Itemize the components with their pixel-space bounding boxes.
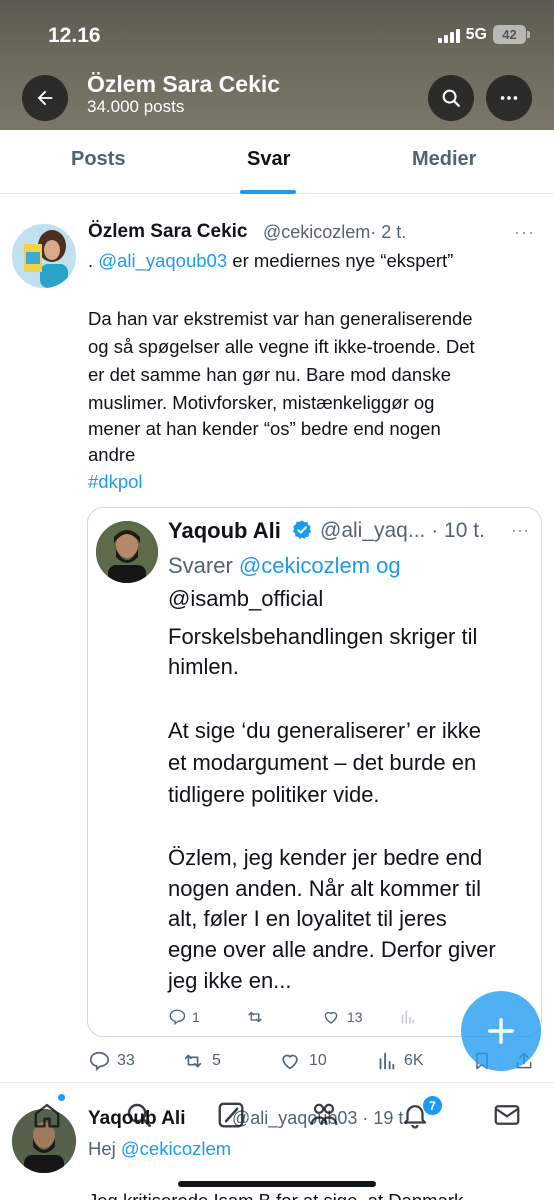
battery-icon: 42 [493, 25, 530, 44]
home-icon [34, 1103, 60, 1128]
repost-icon [184, 1054, 202, 1068]
more-options-button[interactable] [486, 75, 532, 121]
signal-icon [437, 27, 460, 43]
heart-icon [324, 1011, 338, 1024]
quote-like-button[interactable]: 13 [321, 1008, 363, 1026]
quote-text-line: et modargument – det burde en [168, 750, 477, 775]
grok-icon [218, 1102, 244, 1128]
heart-icon [282, 1054, 298, 1070]
tweet-text-line: andre [88, 444, 136, 465]
nav-messages[interactable] [492, 1100, 522, 1135]
tweet-divider [0, 1082, 554, 1083]
reply-context: Svarer @cekicozlem og [168, 553, 401, 578]
nav-home[interactable] [32, 1100, 62, 1135]
quoted-author-handle-time[interactable]: @ali_yaq... · 10 t. [320, 519, 485, 543]
quote-text-line: Özlem, jeg kender jer bedre end [168, 845, 483, 870]
quoted-author-avatar[interactable] [96, 521, 158, 583]
quote-text-line: jeg ikke en... [168, 968, 292, 993]
avatar-image [12, 224, 76, 288]
tweet-text-line: mener at han kender “os” bedre end nogen [88, 418, 441, 439]
quote-views-icon [398, 1008, 416, 1026]
network-type: 5G [465, 25, 487, 43]
status-time: 12.16 [48, 24, 101, 47]
home-unread-dot [58, 1094, 65, 1101]
people-icon [310, 1103, 338, 1125]
active-tab-indicator [240, 190, 296, 194]
quoted-tweet-more-icon[interactable]: ··· [511, 520, 529, 541]
quote-text-line: alt, føler I en loyalitet til jeres [168, 906, 447, 931]
author-name[interactable]: Özlem Sara Cekic [88, 221, 247, 243]
search-button[interactable] [428, 75, 474, 121]
tweet-text-line: Da han var ekstremist var han generalise… [88, 308, 473, 329]
quoted-author-name[interactable]: Yaqoub Ali [168, 518, 313, 544]
nav-search[interactable] [124, 1100, 154, 1135]
tweet-text-line: er det samme han gør nu. Bare mod danske [88, 364, 451, 385]
tweet-text-line: muslimer. Motivforsker, mistænkeliggør o… [88, 392, 435, 413]
mention-link[interactable]: @isamb_official [168, 586, 323, 612]
tab-replies[interactable]: Svar [247, 148, 290, 171]
header-post-count: 34.000 posts [87, 97, 185, 116]
search-icon [442, 89, 460, 107]
status-bar: 12.16 5G 42 [0, 20, 554, 50]
reply-button[interactable]: 33 [88, 1050, 135, 1072]
reply-icon [169, 1009, 186, 1026]
notifications-badge: 7 [422, 1095, 443, 1116]
tab-media[interactable]: Medier [412, 148, 476, 171]
search-icon [127, 1103, 151, 1127]
avatar-image [96, 521, 158, 583]
bottom-navigation [0, 1090, 554, 1150]
next-tweet-text-line: Jeg kritiserede Isam B for at sige, at D… [88, 1190, 463, 1200]
author-avatar[interactable] [12, 224, 76, 288]
nav-grok[interactable] [216, 1100, 246, 1135]
quote-text-line: egne over alle andre. Derfor giver [168, 937, 496, 962]
header-profile-name: Özlem Sara Cekic [87, 71, 281, 97]
repost-button[interactable]: 5 [181, 1050, 221, 1072]
mail-icon [494, 1105, 520, 1125]
more-horizontal-icon [500, 96, 518, 100]
plus-icon [487, 1017, 515, 1045]
like-button[interactable]: 10 [278, 1050, 327, 1072]
tweet-text-line: . @ali_yaqoub03 er mediernes nye “eksper… [88, 250, 454, 271]
quote-text-line: himlen. [168, 654, 239, 679]
quote-text-line: At sige ‘du generaliserer’ er ikke [168, 718, 482, 743]
hashtag-link[interactable]: #dkpol [88, 471, 143, 493]
profile-tabs: Posts Svar Medier [0, 130, 554, 194]
tweet-text-line: og så spøgelser alle vegne ift ikke-troe… [88, 336, 475, 357]
quote-text-line: Forskelsbehandlingen skriger til [168, 624, 478, 649]
quote-reply-button[interactable]: 1 [168, 1008, 200, 1026]
arrow-left-icon [37, 90, 53, 106]
verified-badge-icon [292, 520, 312, 540]
nav-communities[interactable] [308, 1100, 340, 1135]
quote-repost-button[interactable] [245, 1008, 265, 1026]
repost-icon [248, 1011, 262, 1023]
mention-link[interactable]: @ali_yaqoub03 [98, 250, 227, 271]
bar-chart-icon [401, 1010, 414, 1024]
author-handle-time[interactable]: @cekicozlem· 2 t. [263, 222, 406, 243]
home-indicator [178, 1181, 376, 1187]
status-icons: 5G 42 [437, 25, 530, 44]
reply-icon [89, 1051, 109, 1072]
mention-link[interactable]: @cekicozlem [239, 553, 370, 578]
views-button[interactable]: 6K [375, 1050, 424, 1072]
bar-chart-icon [379, 1052, 395, 1070]
quote-text-line: nogen anden. Når alt kommer til [168, 876, 482, 901]
back-button[interactable] [22, 75, 68, 121]
tweet-more-icon[interactable]: ··· [514, 222, 535, 243]
quote-text-line: tidligere politiker vide. [168, 782, 380, 807]
tab-posts[interactable]: Posts [71, 148, 125, 171]
profile-header: 12.16 5G 42 Özlem Sara Cekic 34.000 post… [0, 0, 554, 130]
compose-post-button[interactable] [461, 991, 541, 1071]
